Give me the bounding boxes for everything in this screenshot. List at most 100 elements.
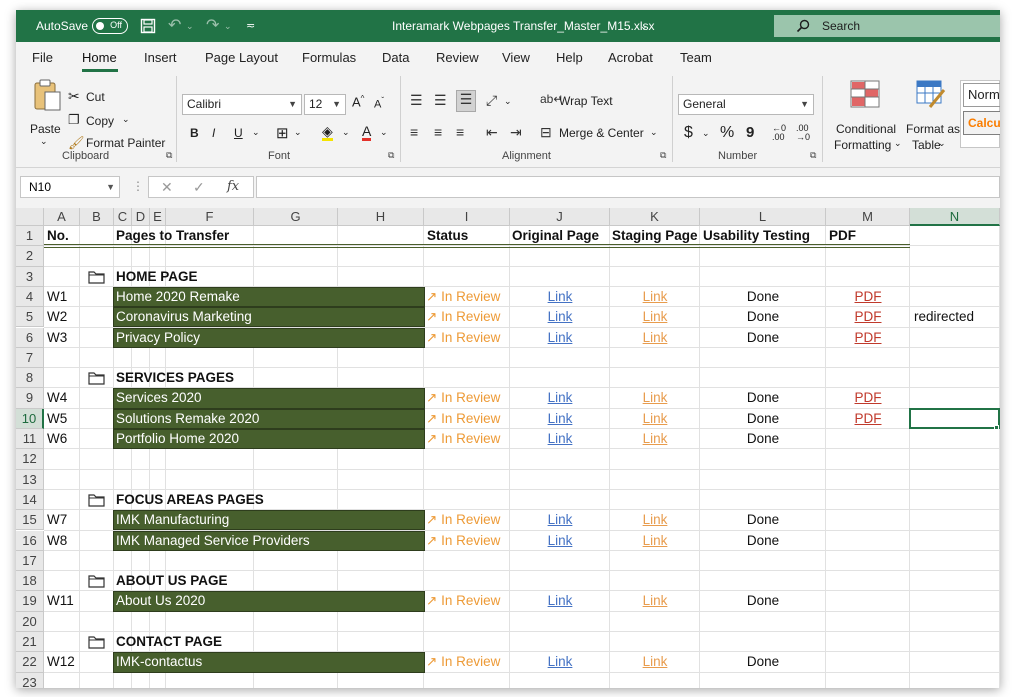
underline-dropdown-icon[interactable]: ⌄: [252, 127, 260, 138]
tab-review[interactable]: Review: [436, 50, 479, 65]
page-name-cell[interactable]: Privacy Policy: [113, 327, 425, 348]
staging-page-link[interactable]: Link: [610, 409, 700, 429]
comma-button[interactable]: 9: [746, 124, 754, 141]
page-name-cell[interactable]: Home 2020 Remake: [113, 286, 425, 308]
merge-dropdown-icon[interactable]: ⌄: [650, 127, 658, 138]
staging-page-link[interactable]: Link: [610, 388, 700, 408]
copy-icon[interactable]: ❐: [68, 112, 80, 128]
borders-icon[interactable]: ⊞: [276, 124, 289, 142]
row-header-22[interactable]: 22: [16, 652, 44, 673]
format-painter-button[interactable]: Format Painter: [86, 136, 165, 150]
original-page-link[interactable]: Link: [510, 409, 610, 429]
cut-icon[interactable]: ✂: [68, 88, 80, 105]
conditional-formatting-dropdown-icon[interactable]: ⌄: [894, 138, 902, 149]
font-name-combo[interactable]: Calibri ▼: [182, 94, 302, 115]
staging-page-link[interactable]: Link: [610, 429, 700, 449]
column-header-e[interactable]: E: [150, 208, 166, 226]
staging-page-link[interactable]: Link: [610, 591, 700, 611]
align-top-icon[interactable]: ☰: [410, 92, 423, 109]
merge-center-button[interactable]: Merge & Center: [559, 126, 644, 140]
page-name-cell[interactable]: Coronavirus Marketing: [113, 307, 425, 328]
column-header-g[interactable]: G: [254, 208, 338, 226]
row-header-13[interactable]: 13: [16, 469, 44, 490]
style-normal[interactable]: Norm: [963, 83, 1000, 107]
copy-button[interactable]: Copy: [86, 114, 114, 128]
paste-button[interactable]: Paste: [30, 122, 61, 136]
original-page-link[interactable]: Link: [510, 429, 610, 449]
column-header-f[interactable]: F: [166, 208, 254, 226]
row-header-1[interactable]: 1: [16, 226, 44, 247]
tab-team[interactable]: Team: [680, 50, 712, 65]
row-header-18[interactable]: 18: [16, 571, 44, 592]
format-painter-icon[interactable]: 🖌: [68, 135, 85, 151]
row-header-20[interactable]: 20: [16, 611, 44, 632]
number-launcher-icon[interactable]: ⧉: [810, 150, 816, 161]
original-page-link[interactable]: Link: [510, 307, 610, 327]
redo-dropdown-icon[interactable]: ⌄: [224, 10, 232, 42]
row-header-10[interactable]: 10: [16, 408, 44, 429]
currency-button[interactable]: $: [684, 124, 693, 142]
column-header-j[interactable]: J: [510, 208, 610, 226]
underline-button[interactable]: U: [234, 126, 243, 140]
paste-dropdown-icon[interactable]: ⌄: [40, 136, 48, 147]
merge-center-icon[interactable]: ⊟: [540, 124, 552, 141]
align-right-icon[interactable]: ≡: [456, 124, 464, 140]
selected-cell[interactable]: [909, 407, 1000, 429]
number-format-combo[interactable]: General ▼: [678, 94, 814, 115]
customize-toolbar-icon[interactable]: ≂: [246, 10, 255, 42]
italic-button[interactable]: I: [212, 126, 215, 140]
align-bottom-icon[interactable]: ☰: [456, 90, 476, 112]
staging-page-link[interactable]: Link: [610, 510, 700, 530]
column-header-k[interactable]: K: [610, 208, 700, 226]
decrease-font-icon[interactable]: Aˇ: [374, 96, 384, 111]
autosave-toggle[interactable]: Off: [92, 18, 128, 34]
page-name-cell[interactable]: Services 2020: [113, 388, 425, 409]
pdf-link[interactable]: PDF: [826, 388, 910, 408]
row-header-6[interactable]: 6: [16, 327, 44, 348]
clipboard-launcher-icon[interactable]: ⧉: [166, 150, 172, 161]
row-header-23[interactable]: 23: [16, 672, 44, 688]
status-cell[interactable]: ↗ In Review: [426, 510, 512, 530]
page-name-cell[interactable]: IMK Managed Service Providers: [113, 530, 425, 551]
style-calculation[interactable]: Calcu: [963, 111, 1000, 135]
align-middle-icon[interactable]: ☰: [434, 92, 447, 109]
save-icon[interactable]: [140, 18, 156, 34]
status-cell[interactable]: ↗ In Review: [426, 429, 512, 449]
font-launcher-icon[interactable]: ⧉: [388, 150, 394, 161]
pdf-link[interactable]: PDF: [826, 328, 910, 348]
pdf-link[interactable]: PDF: [826, 287, 910, 307]
row-header-14[interactable]: 14: [16, 489, 44, 511]
conditional-formatting-icon[interactable]: [850, 80, 880, 108]
original-page-link[interactable]: Link: [510, 388, 610, 408]
staging-page-link[interactable]: Link: [610, 652, 700, 672]
file-name[interactable]: Interamark Webpages Transfer_Master_M15.…: [392, 10, 655, 42]
orientation-icon[interactable]: ⤢: [486, 92, 497, 109]
status-cell[interactable]: ↗ In Review: [426, 388, 512, 408]
increase-decimal-icon[interactable]: ←0.00: [772, 124, 786, 142]
staging-page-link[interactable]: Link: [610, 287, 700, 307]
select-all-corner[interactable]: [16, 208, 44, 226]
column-header-b[interactable]: B: [80, 208, 114, 226]
fill-color-icon[interactable]: ◈: [322, 124, 333, 141]
tab-insert[interactable]: Insert: [144, 50, 177, 65]
row-header-7[interactable]: 7: [16, 347, 44, 369]
fill-color-dropdown-icon[interactable]: ⌄: [342, 127, 350, 138]
tab-acrobat[interactable]: Acrobat: [608, 50, 653, 65]
font-color-dropdown-icon[interactable]: ⌄: [380, 127, 388, 138]
staging-page-link[interactable]: Link: [610, 307, 700, 327]
row-header-5[interactable]: 5: [16, 307, 44, 328]
percent-button[interactable]: %: [720, 124, 734, 142]
column-header-l[interactable]: L: [700, 208, 826, 226]
cut-button[interactable]: Cut: [86, 90, 105, 104]
row-header-15[interactable]: 15: [16, 510, 44, 531]
original-page-link[interactable]: Link: [510, 531, 610, 551]
name-box[interactable]: N10 ▼: [20, 176, 120, 198]
pdf-link[interactable]: PDF: [826, 409, 910, 429]
tab-home[interactable]: Home: [82, 50, 117, 65]
fill-handle[interactable]: [994, 425, 999, 430]
row-header-9[interactable]: 9: [16, 388, 44, 409]
row-header-4[interactable]: 4: [16, 286, 44, 308]
column-header-h[interactable]: H: [338, 208, 424, 226]
decrease-decimal-icon[interactable]: .00 →0: [796, 124, 810, 142]
column-header-d[interactable]: D: [132, 208, 150, 226]
